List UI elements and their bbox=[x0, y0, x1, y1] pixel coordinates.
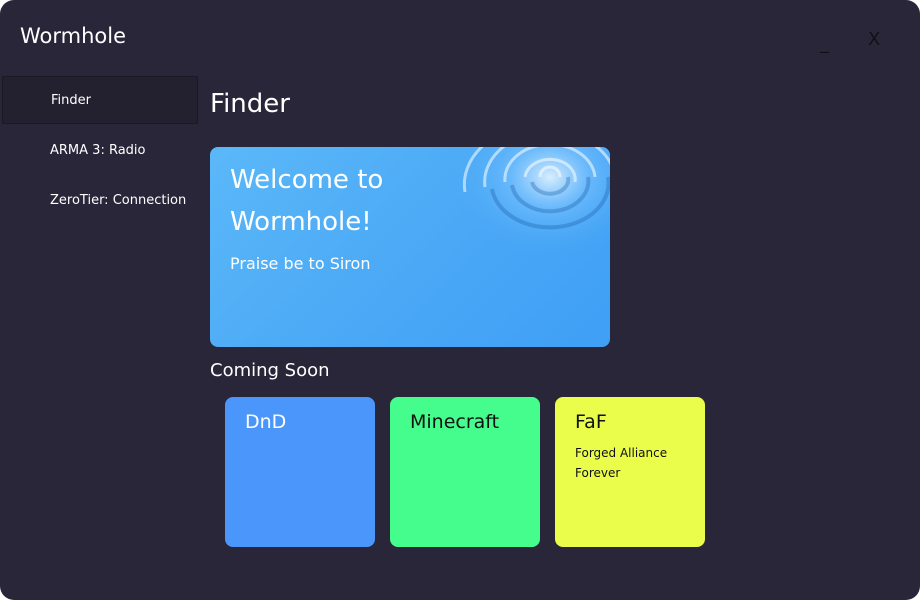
close-button[interactable]: X bbox=[868, 30, 880, 50]
card-dnd[interactable]: DnD bbox=[225, 397, 375, 547]
card-title: FaF bbox=[575, 411, 607, 433]
coming-soon-heading: Coming Soon bbox=[210, 360, 330, 381]
sidebar-item-arma-radio[interactable]: ARMA 3: Radio bbox=[2, 126, 198, 174]
card-faf[interactable]: FaF Forged Alliance Forever bbox=[555, 397, 705, 547]
welcome-banner: Welcome to Wormhole! Praise be to Siron bbox=[210, 147, 610, 347]
app-window: Wormhole _ X Finder ARMA 3: Radio ZeroTi… bbox=[0, 0, 920, 600]
sidebar-item-label: ARMA 3: Radio bbox=[50, 142, 146, 158]
sidebar-item-label: Finder bbox=[51, 92, 91, 108]
sidebar-item-finder[interactable]: Finder bbox=[2, 76, 198, 124]
card-title: Minecraft bbox=[410, 411, 500, 433]
app-title: Wormhole bbox=[20, 24, 127, 48]
card-minecraft[interactable]: Minecraft bbox=[390, 397, 540, 547]
card-title: DnD bbox=[245, 411, 287, 433]
welcome-title: Welcome to Wormhole! bbox=[230, 165, 384, 237]
sidebar-item-zerotier-connection[interactable]: ZeroTier: Connection bbox=[2, 176, 198, 224]
card-description: Forged Alliance Forever bbox=[575, 446, 668, 480]
minimize-button[interactable]: _ bbox=[820, 34, 829, 54]
page-title: Finder bbox=[210, 89, 290, 119]
welcome-subtitle: Praise be to Siron bbox=[230, 254, 371, 273]
sidebar: Finder ARMA 3: Radio ZeroTier: Connectio… bbox=[0, 76, 200, 226]
sidebar-item-label: ZeroTier: Connection bbox=[50, 192, 187, 208]
wormhole-swirl-image bbox=[450, 147, 610, 257]
